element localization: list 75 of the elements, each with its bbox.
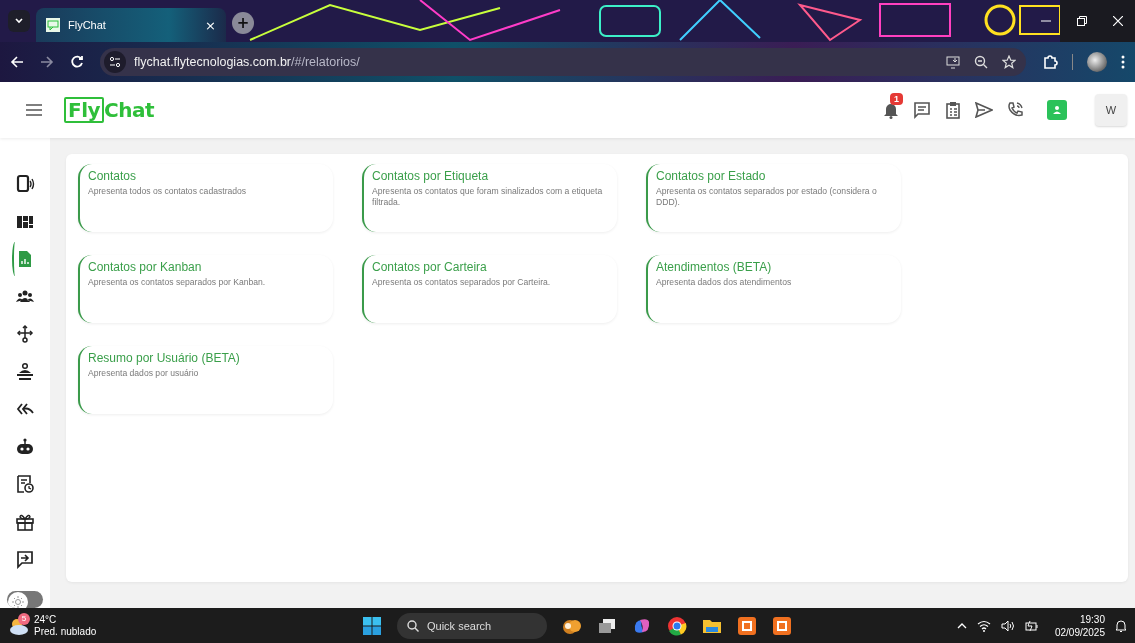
schedule-icon[interactable] [15,474,35,494]
report-title: Contatos por Etiqueta [372,169,490,183]
report-card[interactable]: Contatos Apresenta todos os contatos cadastrados [78,164,333,232]
wifi-icon[interactable] [976,619,991,632]
weather-badge: 5 [18,612,30,625]
report-card[interactable]: Contatos por Kanban Apresenta os contatos separados por Kanban. [78,255,333,323]
app-tile-icon[interactable] [737,615,757,636]
star-icon[interactable] [1002,55,1016,69]
site-settings-icon[interactable] [109,56,121,68]
phone-call-icon[interactable] [1007,102,1023,118]
bell-icon[interactable] [883,101,899,119]
install-app-icon[interactable] [946,55,960,69]
volume-icon[interactable] [1000,619,1015,632]
back-arrow-icon[interactable] [10,55,24,69]
tab-title: FlyChat [68,19,107,31]
close-icon[interactable] [1113,16,1123,26]
report-description: Apresenta os contatos que foram sinalizados com a etiqueta filtrada. [372,186,604,208]
report-card[interactable]: Atendimentos (BETA) Apresenta dados dos atendimentos [646,255,901,323]
move-arrows-icon[interactable] [15,324,35,344]
report-card[interactable]: Contatos por Estado Apresenta os contatos separados por estado (considera o DDD). [646,164,901,232]
zoom-out-icon[interactable] [974,55,988,69]
more-menu-icon[interactable] [1121,55,1125,69]
report-description: Apresenta dados dos atendimentos [656,277,793,288]
report-title: Atendimentos (BETA) [656,260,773,274]
report-title: Resumo por Usuário (BETA) [88,351,241,365]
chevron-down-icon [14,16,24,26]
clock[interactable]: 19:30 02/09/2025 [1054,612,1105,639]
url-path: /#/relatorios/ [291,55,360,69]
search-icon [407,619,419,632]
report-title: Contatos por Kanban [88,260,203,274]
temperature: 24°C [34,613,58,626]
extensions-icon[interactable] [1042,54,1058,70]
flychat-logo: Fly Chat [64,96,155,124]
report-card[interactable]: Contatos por Carteira Apresenta os contatos separados por Carteira. [362,255,617,323]
notification-badge: 1 [890,93,903,105]
robot-icon[interactable] [15,436,35,457]
tab-close-button[interactable]: × [205,17,216,33]
report-title: Contatos por Carteira [372,260,488,274]
person-desk-icon[interactable] [15,361,35,382]
chrome-icon[interactable] [667,615,687,636]
sun-icon [12,595,24,608]
send-icon[interactable] [975,102,993,118]
tab-search-button[interactable] [8,10,30,32]
forward-arrow-icon[interactable] [40,55,54,69]
report-title: Contatos [88,169,138,183]
profile-avatar[interactable] [1087,52,1107,72]
favicon-icon [46,18,60,32]
weather-condition: Pred. nublado [34,625,97,638]
chat-icon[interactable] [913,101,931,119]
message-enter-icon[interactable] [15,549,35,569]
battery-icon[interactable] [1024,619,1039,632]
app-tile-icon[interactable] [772,615,792,636]
clipboard-icon[interactable] [945,101,961,119]
report-description: Apresenta dados por usuário [88,368,200,379]
notification-bell-icon[interactable] [1115,619,1127,632]
report-description: Apresenta os contatos separados por Kanban. [88,277,267,288]
phone-signal-icon[interactable] [15,174,35,194]
theme-toggle[interactable] [7,590,43,608]
reload-icon[interactable] [70,55,84,69]
browser-tab[interactable]: FlyChat × [36,8,226,42]
restore-icon[interactable] [1077,16,1087,26]
report-description: Apresenta os contatos separados por Carteira. [372,277,552,288]
menu-icon[interactable] [26,104,42,116]
report-description: Apresenta os contatos separados por estado (considera o DDD). [656,186,878,208]
report-card[interactable]: Resumo por Usuário (BETA) Apresenta dados por usuário [78,346,333,414]
search-field[interactable]: Quick search [397,612,547,639]
report-card[interactable]: Contatos por Etiqueta Apresenta os contatos que foram sinalizados com a etiqueta filtrada. [362,164,617,232]
person-icon [1052,105,1062,115]
report-title: Contatos por Estado [656,169,767,183]
start-icon[interactable] [362,615,382,636]
report-description: Apresenta todos os contatos cadastrados [88,186,248,197]
user-avatar[interactable]: W [1095,94,1127,126]
address-bar[interactable]: flychat.flytecnologias.com.br/#/relatorios/ [100,48,1026,76]
url-host: flychat.flytecnologias.com.br [134,55,291,69]
weather-widget[interactable]: 5 24°C Pred. nublado [8,613,328,638]
